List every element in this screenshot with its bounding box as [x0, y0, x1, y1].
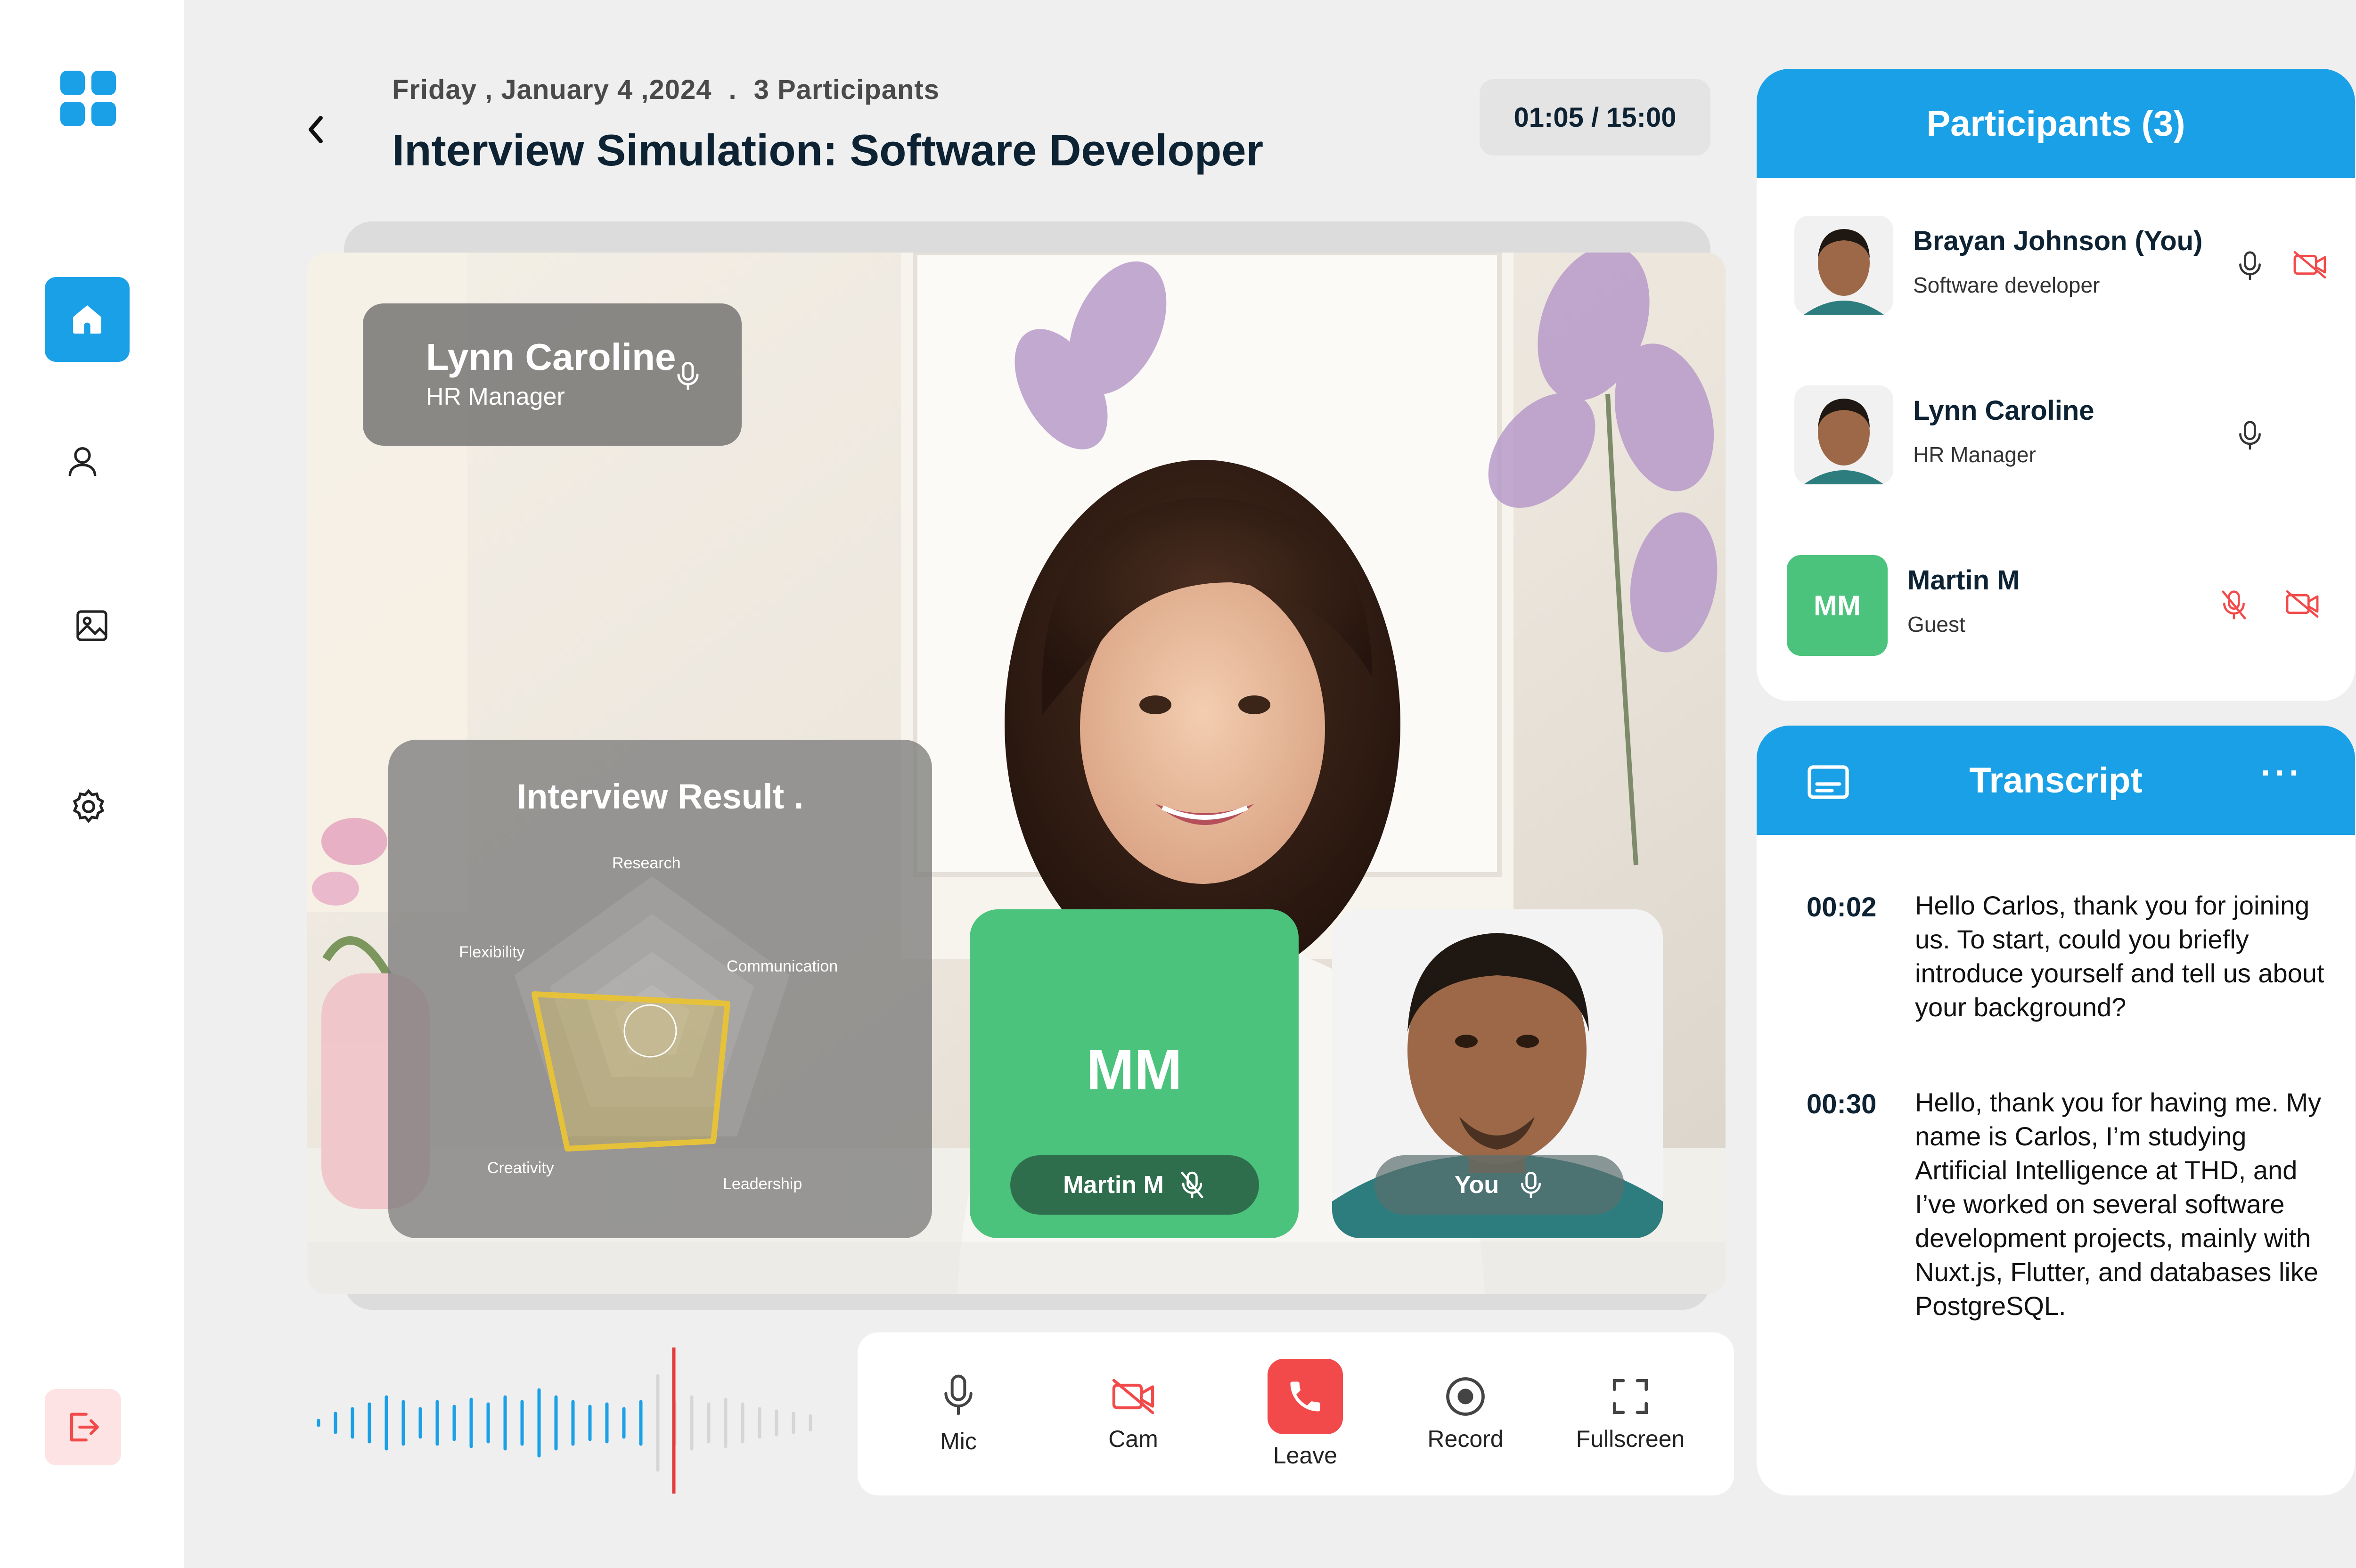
participant-name: Martin M [1907, 565, 2020, 596]
transcript-icon [1808, 765, 1849, 799]
meta-separator: . [728, 74, 737, 105]
transcript-text: Hello, thank you for having me. My name … [1915, 1087, 2322, 1321]
microphone-icon[interactable] [2235, 249, 2265, 283]
audio-waveform [317, 1348, 812, 1494]
transcript-panel: Transcript ··· 00:02 Hello Carlos, thank… [1757, 726, 2355, 1495]
radar-chart [515, 876, 790, 1152]
fullscreen-icon [1612, 1379, 1648, 1414]
self-video-tile[interactable]: You [1332, 909, 1663, 1238]
main-video: Lynn Caroline HR Manager Interview Resul… [307, 253, 1726, 1294]
self-label: You [1454, 1171, 1499, 1199]
logout-button[interactable] [45, 1389, 121, 1465]
avatar [1794, 385, 1893, 484]
phone-icon [1290, 1381, 1320, 1412]
camera-off-icon[interactable] [2284, 589, 2320, 619]
radar-label-creativity: Creativity [487, 1159, 554, 1177]
radar-label-flexibility: Flexibility [459, 943, 525, 961]
speaker-label: Lynn Caroline HR Manager [363, 303, 742, 446]
more-options-icon[interactable]: ··· [2261, 754, 2303, 792]
participant-role: HR Manager [1913, 442, 2036, 467]
home-icon [73, 305, 101, 334]
record-button[interactable]: Record [1418, 1332, 1513, 1495]
microphone-icon [1521, 1172, 1541, 1199]
user-icon [68, 447, 97, 476]
cam-label: Cam [1108, 1426, 1158, 1452]
participant-count: 3 Participants [753, 74, 940, 105]
leave-label: Leave [1273, 1442, 1338, 1469]
transcript-time: 00:30 [1807, 1089, 1877, 1119]
call-controls: Mic Cam Leave Record Fullscreen [858, 1332, 1734, 1495]
meeting-date: Friday , January 4 ,2024 [392, 74, 712, 105]
guest-name-label: Martin M [1063, 1171, 1164, 1199]
guest-video-tile[interactable]: MM Martin M [970, 909, 1299, 1238]
microphone-muted-icon [1181, 1171, 1203, 1199]
mic-label: Mic [940, 1428, 977, 1454]
transcript-text: Hello Carlos, thank you for joining us. … [1915, 890, 2324, 1022]
participant-row[interactable]: Lynn Caroline HR Manager [1757, 348, 2355, 517]
nav-settings-button[interactable] [60, 778, 117, 835]
app-logo-icon [60, 71, 117, 127]
avatar-initials: MM [1814, 589, 1861, 621]
participant-name: Lynn Caroline [1913, 395, 2094, 426]
meeting-meta: Friday , January 4 ,2024 . 3 Participant… [392, 71, 940, 108]
radar-label-communication: Communication [727, 957, 838, 975]
avatar [1794, 216, 1893, 315]
fullscreen-label: Fullscreen [1576, 1426, 1685, 1452]
microphone-muted-icon[interactable] [2218, 588, 2250, 622]
cam-button[interactable]: Cam [1091, 1332, 1176, 1495]
leave-icon-bg [1268, 1359, 1343, 1434]
radar-label-research: Research [612, 854, 681, 872]
nav-gallery-button[interactable] [64, 597, 120, 654]
gear-icon [73, 789, 105, 823]
back-button[interactable] [297, 108, 335, 151]
participants-header: Participants (3) [1757, 69, 2355, 178]
microphone-icon[interactable] [2235, 418, 2265, 452]
leave-button[interactable]: Leave [1263, 1332, 1348, 1495]
radar-score-area [532, 991, 730, 1152]
sidebar [0, 0, 184, 1568]
mic-button[interactable]: Mic [916, 1332, 1001, 1495]
page-title: Interview Simulation: Software Developer [392, 125, 1264, 175]
microphone-icon [944, 1374, 973, 1415]
radar-label-leadership: Leadership [723, 1175, 802, 1193]
participant-role: Guest [1907, 612, 1965, 637]
nav-profile-button[interactable] [54, 433, 111, 490]
fullscreen-button[interactable]: Fullscreen [1560, 1332, 1701, 1495]
participant-role: Software developer [1913, 273, 2100, 297]
avatar: MM [1787, 555, 1888, 656]
session-timer: 01:05 / 15:00 [1480, 79, 1710, 155]
guest-name-pill: Martin M [1010, 1155, 1259, 1215]
camera-off-icon[interactable] [2292, 250, 2328, 280]
record-label: Record [1427, 1426, 1504, 1452]
image-icon [76, 610, 107, 641]
nav-home-button[interactable] [45, 277, 130, 362]
self-label-pill: You [1374, 1155, 1624, 1215]
transcript-time: 00:02 [1807, 892, 1877, 923]
chevron-left-icon [309, 115, 323, 144]
guest-initials: MM [1086, 1037, 1182, 1102]
transcript-title: Transcript [1969, 760, 2143, 800]
camera-off-icon [1112, 1379, 1154, 1414]
participant-row[interactable]: Brayan Johnson (You) Software developer [1757, 178, 2355, 348]
speaker-role: HR Manager [426, 383, 565, 410]
speaker-name: Lynn Caroline [426, 336, 676, 378]
participant-row[interactable]: MM Martin M Guest [1757, 517, 2355, 687]
record-icon [1446, 1377, 1485, 1416]
logout-icon [70, 1413, 99, 1442]
participants-panel: Participants (3) Brayan Johnson (You) So… [1757, 69, 2355, 701]
participant-name: Brayan Johnson (You) [1913, 226, 2203, 256]
microphone-icon [677, 362, 699, 390]
participants-title: Participants (3) [1926, 103, 2185, 144]
interview-result-card: Interview Result . Research Communicatio… [388, 740, 932, 1238]
transcript-header: Transcript ··· [1757, 726, 2355, 835]
